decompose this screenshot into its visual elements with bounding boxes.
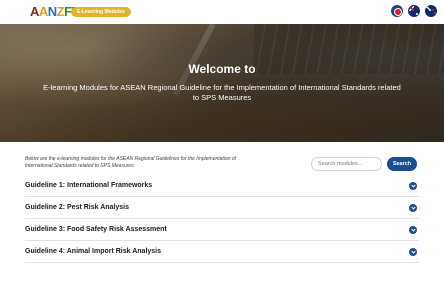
guideline-item-4[interactable]: Guideline 4: Animal Import Risk Analysis	[25, 241, 419, 263]
hero-subtitle: E-learning Modules for ASEAN Regional Gu…	[43, 83, 401, 102]
guideline-item-2[interactable]: Guideline 2: Pest Risk Analysis	[25, 197, 419, 219]
hero-title: Welcome to	[188, 62, 256, 76]
guideline-title: Guideline 4: Animal Import Risk Analysis	[25, 248, 162, 255]
guideline-title: Guideline 2: Pest Risk Analysis	[25, 204, 130, 211]
guideline-title: Guideline 3: Food Safety Risk Assessment	[25, 226, 167, 233]
elearning-badge: E-Learning Modules	[71, 7, 131, 17]
guideline-list: Guideline 1: International Frameworks Gu…	[25, 175, 419, 263]
intro-text: Below are the e-learning modules for the…	[25, 156, 237, 169]
search-input[interactable]	[311, 157, 382, 171]
language-flags	[391, 5, 437, 17]
chevron-down-icon[interactable]	[409, 226, 417, 234]
chevron-down-icon[interactable]	[409, 182, 417, 190]
guideline-title: Guideline 1: International Frameworks	[25, 182, 153, 189]
search-button[interactable]: Search	[387, 157, 417, 171]
guideline-item-3[interactable]: Guideline 3: Food Safety Risk Assessment	[25, 219, 419, 241]
new-zealand-flag-icon[interactable]	[425, 5, 437, 17]
guideline-item-1[interactable]: Guideline 1: International Frameworks	[25, 175, 419, 197]
chevron-down-icon[interactable]	[409, 248, 417, 256]
top-navbar: AANZFTA E-Learning Modules	[0, 0, 444, 24]
asean-flag-icon[interactable]	[391, 5, 403, 17]
hero-banner: Welcome to E-learning Modules for ASEAN …	[0, 24, 444, 142]
australia-flag-icon[interactable]	[408, 5, 420, 17]
chevron-down-icon[interactable]	[409, 204, 417, 212]
